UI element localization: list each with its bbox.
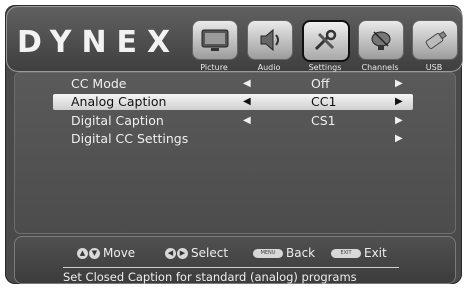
hint-back-label: Back	[286, 246, 316, 260]
tab-channels[interactable]	[358, 20, 404, 60]
menu-item-label: Digital CC Settings	[71, 131, 189, 146]
tab-usb[interactable]	[412, 20, 458, 60]
picture-icon	[201, 29, 229, 51]
left-arrow-icon[interactable]: ◀	[243, 94, 251, 110]
menu-item-digital-caption[interactable]: Digital Caption ◀ CS1 ▶	[53, 113, 413, 129]
hint-select: ◀ ▶ Select	[165, 246, 228, 260]
menu-item-value: Off	[311, 76, 330, 91]
left-right-icon: ◀ ▶	[165, 247, 188, 259]
menu-item-digital-cc-settings[interactable]: Digital CC Settings ▶	[53, 131, 413, 147]
tab-picture-label: Picture	[200, 63, 228, 72]
footer-divider	[63, 267, 399, 268]
help-footer: ▲ ▼ Move ◀ ▶ Select MENU Back EXIT Exit Se…	[14, 236, 456, 284]
menu-item-label: Analog Caption	[71, 94, 167, 109]
settings-panel: CC Mode ◀ Off ▶ Analog Caption ◀ CC1 ▶ D…	[14, 72, 456, 234]
menu-item-label: Digital Caption	[71, 113, 164, 128]
settings-icon	[314, 29, 337, 51]
channels-icon	[371, 31, 391, 50]
tab-settings-label: Settings	[308, 63, 342, 72]
menu-item-analog-caption[interactable]: Analog Caption ◀ CC1 ▶	[53, 94, 413, 110]
menu-header: DYNEX Picture Audio Settings Channels US…	[6, 6, 463, 72]
usb-icon	[425, 30, 447, 49]
right-arrow-icon[interactable]: ▶	[395, 113, 403, 129]
hint-exit-label: Exit	[364, 246, 387, 260]
hint-move-label: Move	[103, 246, 136, 260]
tab-audio[interactable]	[247, 20, 293, 60]
audio-icon	[260, 28, 279, 52]
menu-item-label: CC Mode	[71, 76, 127, 91]
left-arrow-icon[interactable]: ◀	[243, 76, 251, 92]
help-text: Set Closed Caption for standard (analog)…	[63, 270, 357, 284]
brand-logo: DYNEX	[17, 25, 181, 60]
exit-key-icon: EXIT	[331, 248, 361, 258]
tab-audio-label: Audio	[257, 63, 281, 72]
up-down-icon: ▲ ▼	[77, 247, 100, 259]
tab-picture[interactable]	[192, 20, 238, 60]
menu-key-icon: MENU	[253, 248, 283, 258]
right-arrow-icon[interactable]: ▶	[395, 94, 403, 110]
menu-item-value: CC1	[311, 94, 337, 109]
hint-move: ▲ ▼ Move	[77, 246, 135, 260]
hint-exit: EXIT Exit	[331, 246, 387, 260]
tab-usb-label: USB	[425, 63, 443, 72]
menu-item-value: CS1	[311, 113, 336, 128]
right-arrow-icon[interactable]: ▶	[395, 76, 403, 92]
tab-settings[interactable]	[302, 20, 350, 62]
left-arrow-icon[interactable]: ◀	[243, 113, 251, 129]
tab-channels-label: Channels	[361, 63, 399, 72]
hint-select-label: Select	[191, 246, 229, 260]
hint-back: MENU Back	[253, 246, 315, 260]
right-arrow-icon[interactable]: ▶	[395, 131, 403, 147]
menu-item-cc-mode[interactable]: CC Mode ◀ Off ▶	[53, 76, 413, 92]
